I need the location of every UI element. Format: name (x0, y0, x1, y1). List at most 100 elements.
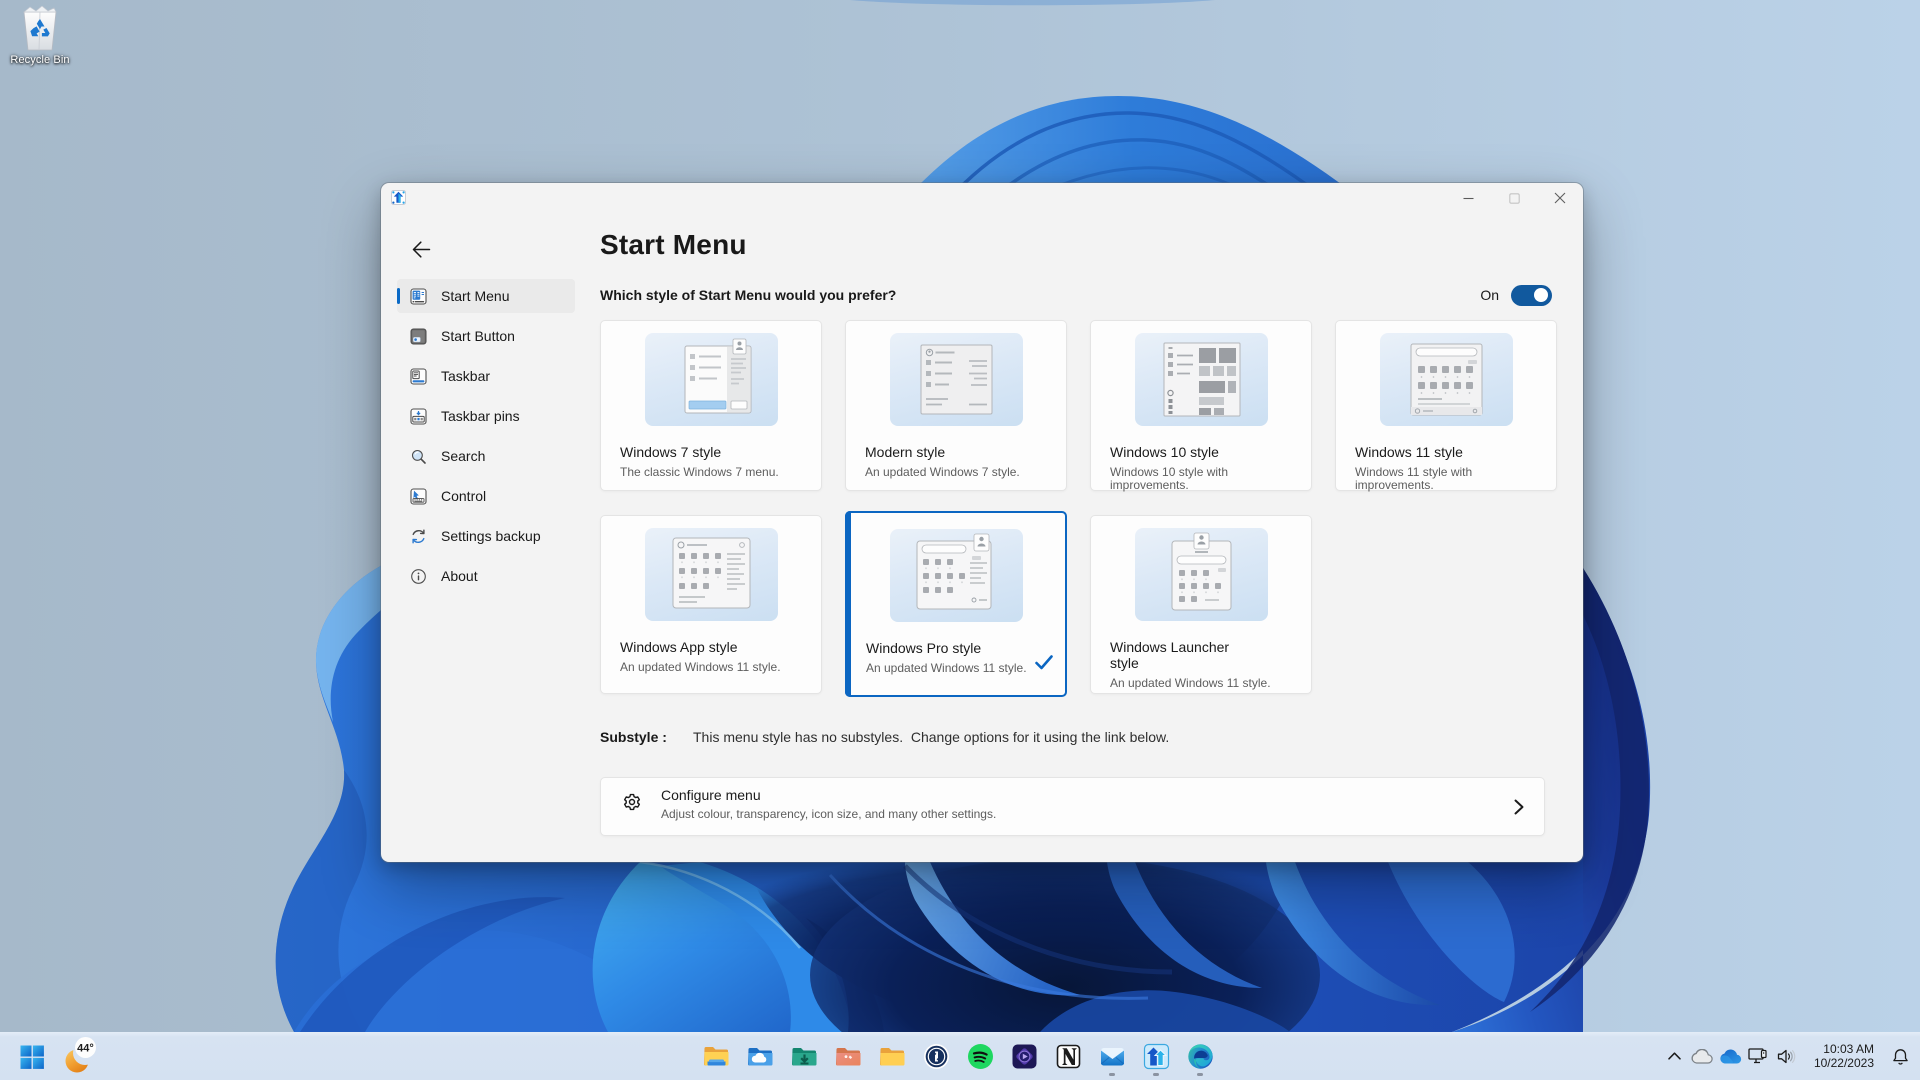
start11-taskbar-icon (1143, 1043, 1170, 1070)
pictures-folder-icon (835, 1043, 862, 1070)
configure-menu-description: Adjust colour, transparency, icon size, … (661, 807, 996, 821)
thumbnail-windows-10-style (1135, 333, 1268, 426)
start-button[interactable] (10, 1035, 54, 1079)
file-explorer-icon (703, 1043, 730, 1070)
cloud-folder-icon (747, 1043, 774, 1070)
search-icon (410, 448, 427, 465)
taskbar-mail[interactable] (1090, 1034, 1134, 1078)
style-description: An updated Windows 11 style. (620, 661, 792, 674)
taskbar-downloads-folder[interactable] (782, 1034, 826, 1078)
toggle-knob (1534, 288, 1548, 302)
cloud-gray-icon (1691, 1049, 1713, 1064)
substyle-label: Substyle : (600, 729, 667, 745)
sidebar-item-search[interactable]: Search (397, 439, 575, 473)
thumbnail-windows-app-style (645, 528, 778, 621)
main-pane: Start Menu Which style of Start Menu wou… (600, 183, 1557, 862)
tray-network[interactable] (1744, 1034, 1772, 1078)
configure-menu-title: Configure menu (661, 787, 761, 803)
tray-cloud-gray[interactable] (1688, 1034, 1716, 1078)
style-description: Windows 10 style with improvements. (1110, 466, 1282, 492)
bell-icon (1892, 1048, 1909, 1065)
style-name: Windows Pro style (866, 640, 1016, 656)
network-icon (1748, 1048, 1768, 1065)
style-toggle[interactable] (1511, 285, 1552, 306)
weather-moon-icon: 44° (54, 1035, 110, 1079)
tray-time: 10:03 AM (1808, 1042, 1874, 1056)
taskbar-spotify[interactable] (958, 1034, 1002, 1078)
start-menu-icon (410, 288, 427, 305)
style-card-windows-7[interactable]: Windows 7 style The classic Windows 7 me… (600, 320, 822, 491)
mail-icon (1099, 1043, 1126, 1070)
style-cards-row-2: Windows App style An updated Windows 11 … (600, 515, 1557, 694)
sidebar-item-control[interactable]: Control (397, 479, 575, 513)
tray-chevron-up[interactable] (1660, 1034, 1688, 1078)
back-arrow-icon (412, 240, 431, 259)
taskbar-media-app[interactable] (1002, 1034, 1046, 1078)
style-card-modern[interactable]: Modern style An updated Windows 7 style. (845, 320, 1067, 491)
style-name: Windows App style (620, 639, 770, 655)
sidebar-item-start-button[interactable]: Start Button (397, 319, 575, 353)
start11-app-icon (391, 190, 406, 205)
tray-volume[interactable] (1772, 1034, 1800, 1078)
documents-folder-icon (879, 1043, 906, 1070)
taskbar-cloud-folder[interactable] (738, 1034, 782, 1078)
style-name: Windows 11 style (1355, 444, 1505, 460)
style-name: Modern style (865, 444, 1015, 460)
spotify-icon (967, 1043, 994, 1070)
style-card-windows-pro[interactable]: Windows Pro style An updated Windows 11 … (845, 511, 1067, 697)
tray-clock[interactable]: 10:03 AM 10/22/2023 (1808, 1042, 1874, 1070)
sidebar-item-label: Taskbar pins (441, 408, 520, 424)
style-card-windows-11[interactable]: Windows 11 style Windows 11 style with i… (1335, 320, 1557, 491)
taskbar-documents-folder[interactable] (870, 1034, 914, 1078)
weather-widget[interactable]: 44° (54, 1035, 110, 1079)
sidebar-item-label: About (441, 568, 478, 584)
thumbnail-windows-pro-style (890, 529, 1023, 622)
sidebar-item-label: Control (441, 488, 486, 504)
taskbar-1password[interactable] (914, 1034, 958, 1078)
sidebar-item-taskbar[interactable]: Taskbar (397, 359, 575, 393)
recycle-bin[interactable]: Recycle Bin (4, 6, 76, 66)
sidebar-item-label: Search (441, 448, 485, 464)
speaker-icon (1777, 1049, 1796, 1064)
sidebar-item-label: Start Menu (441, 288, 509, 304)
style-card-windows-launcher[interactable]: Windows Launcher style An updated Window… (1090, 515, 1312, 694)
style-card-windows-10[interactable]: Windows 10 style Windows 10 style with i… (1090, 320, 1312, 491)
style-description: An updated Windows 11 style. (1110, 677, 1282, 690)
taskbar-start11[interactable] (1134, 1034, 1178, 1078)
system-tray: 10:03 AM 10/22/2023 (1660, 1032, 1920, 1080)
page-title: Start Menu (600, 229, 747, 261)
taskbar-pictures-folder[interactable] (826, 1034, 870, 1078)
running-indicator (1197, 1073, 1203, 1076)
sidebar-item-label: Start Button (441, 328, 515, 344)
tray-notifications[interactable] (1880, 1034, 1920, 1078)
sidebar-item-label: Settings backup (441, 528, 541, 544)
back-button[interactable] (406, 234, 436, 264)
media-app-icon (1011, 1043, 1038, 1070)
style-cards-row-1: Windows 7 style The classic Windows 7 me… (600, 320, 1557, 491)
taskbar-file-explorer[interactable] (694, 1034, 738, 1078)
style-card-windows-app[interactable]: Windows App style An updated Windows 11 … (600, 515, 822, 694)
edge-icon (1187, 1043, 1214, 1070)
downloads-folder-icon (791, 1043, 818, 1070)
tray-date: 10/22/2023 (1808, 1056, 1874, 1070)
selected-indicator (397, 288, 400, 304)
start-button-icon (410, 328, 427, 345)
style-name: Windows Launcher style (1110, 639, 1260, 671)
taskbar-notion[interactable] (1046, 1034, 1090, 1078)
sidebar-item-label: Taskbar (441, 368, 490, 384)
settings-backup-icon (410, 528, 427, 545)
taskbar-edge[interactable] (1178, 1034, 1222, 1078)
taskbar-icon (410, 368, 427, 385)
sidebar-item-about[interactable]: About (397, 559, 575, 593)
thumbnail-windows-11-style (1380, 333, 1513, 426)
sidebar-item-settings-backup[interactable]: Settings backup (397, 519, 575, 553)
sidebar-item-taskbar-pins[interactable]: Taskbar pins (397, 399, 575, 433)
sidebar-nav: Start Menu Start Button Taskbar (397, 279, 575, 599)
recycle-bin-label: Recycle Bin (4, 54, 76, 66)
taskbar: 44° (0, 1032, 1920, 1080)
substyle-row: Substyle : This menu style has no substy… (600, 729, 667, 745)
configure-menu-button[interactable]: Configure menu Adjust colour, transparen… (600, 777, 1545, 836)
sidebar-item-start-menu[interactable]: Start Menu (397, 279, 575, 313)
windows-logo-icon (20, 1045, 44, 1069)
tray-onedrive[interactable] (1716, 1034, 1744, 1078)
